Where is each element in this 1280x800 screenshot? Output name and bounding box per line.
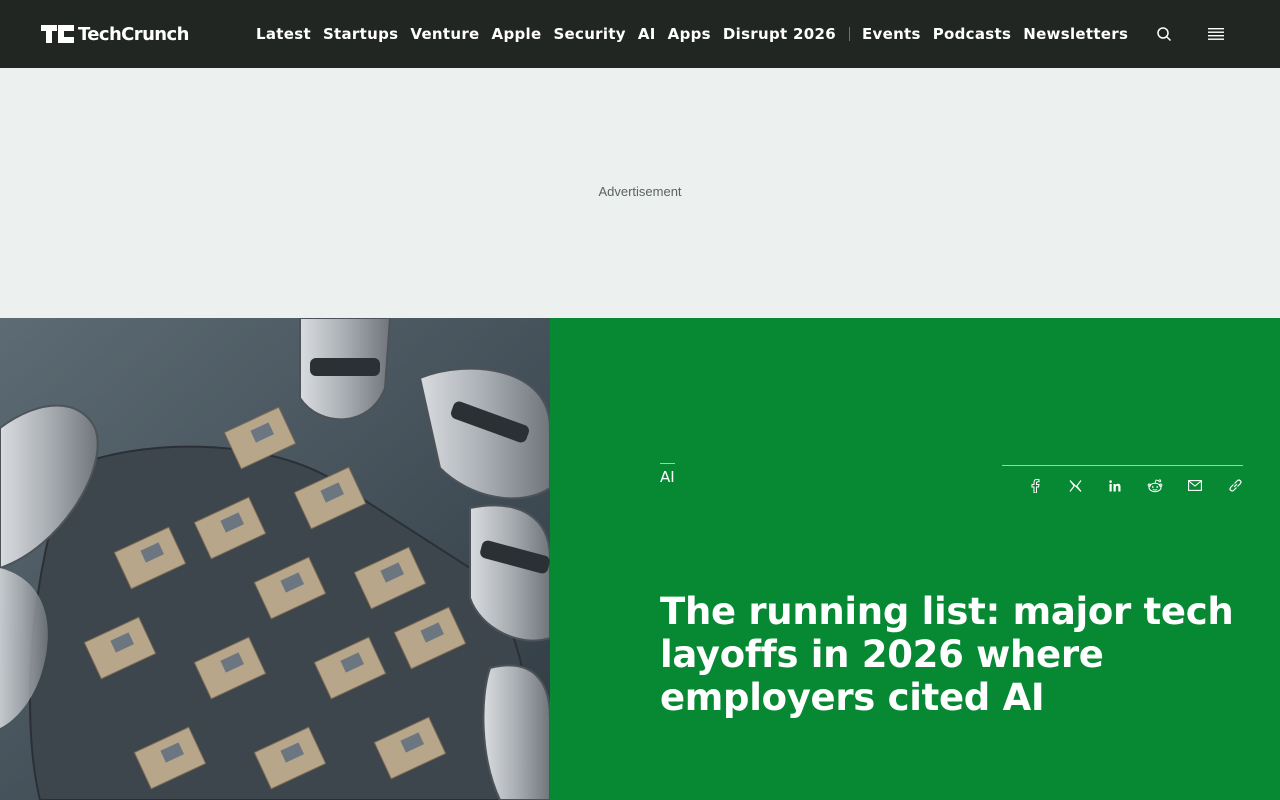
nav-startups[interactable]: Startups bbox=[323, 25, 398, 43]
article-category[interactable]: AI bbox=[660, 463, 675, 486]
techcrunch-logo[interactable]: TechCrunch bbox=[41, 22, 189, 46]
article-title: The running list: major tech layoffs in … bbox=[660, 590, 1234, 719]
copy-link-icon[interactable] bbox=[1227, 478, 1243, 494]
article-hero: AI The running list: major tech layoffs … bbox=[0, 318, 1280, 800]
email-icon[interactable] bbox=[1187, 478, 1203, 494]
header-actions bbox=[1152, 22, 1228, 46]
menu-icon[interactable] bbox=[1204, 22, 1228, 46]
facebook-icon[interactable] bbox=[1027, 478, 1043, 494]
nav-events[interactable]: Events bbox=[862, 25, 921, 43]
nav-ai[interactable]: AI bbox=[638, 25, 656, 43]
advertisement-label: Advertisement bbox=[598, 184, 682, 199]
primary-nav: Latest Startups Venture Apple Security A… bbox=[256, 0, 1140, 68]
advertisement-slot: Advertisement bbox=[0, 68, 1280, 318]
x-icon[interactable] bbox=[1067, 478, 1083, 494]
logo-text: TechCrunch bbox=[78, 23, 189, 45]
nav-disrupt-2026[interactable]: Disrupt 2026 bbox=[723, 25, 836, 43]
nav-newsletters[interactable]: Newsletters bbox=[1023, 25, 1128, 43]
search-icon[interactable] bbox=[1152, 22, 1176, 46]
techcrunch-logo-mark-icon bbox=[41, 25, 74, 43]
nav-podcasts[interactable]: Podcasts bbox=[933, 25, 1011, 43]
nav-latest[interactable]: Latest bbox=[256, 25, 311, 43]
nav-security[interactable]: Security bbox=[553, 25, 625, 43]
nav-apps[interactable]: Apps bbox=[668, 25, 711, 43]
nav-divider bbox=[848, 27, 850, 41]
share-bar bbox=[1002, 465, 1243, 505]
nav-venture[interactable]: Venture bbox=[410, 25, 479, 43]
site-header: TechCrunch Latest Startups Venture Apple… bbox=[0, 0, 1280, 68]
linkedin-icon[interactable] bbox=[1107, 478, 1123, 494]
hero-image bbox=[0, 318, 550, 800]
article-header-panel: AI The running list: major tech layoffs … bbox=[550, 318, 1280, 800]
reddit-icon[interactable] bbox=[1147, 478, 1163, 494]
nav-apple[interactable]: Apple bbox=[492, 25, 542, 43]
